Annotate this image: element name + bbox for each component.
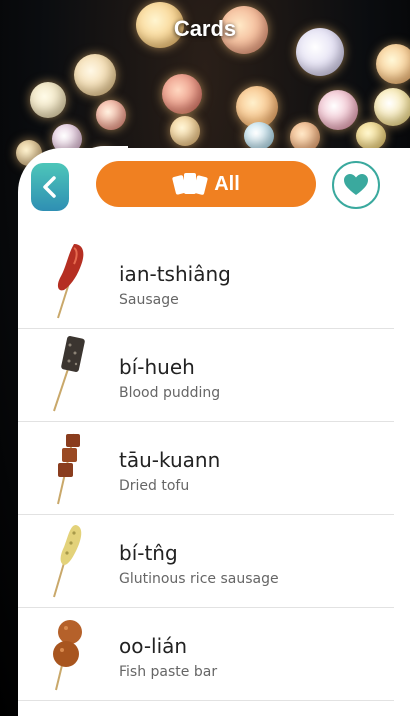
list-item[interactable]: ian-tshiâng Sausage [18,236,394,329]
filter-label: All [214,172,240,195]
fish-paste-skewer-icon [53,620,82,691]
card-term: bí-tn̂g [119,541,178,565]
back-button[interactable] [31,163,69,211]
card-gloss: Sausage [119,292,179,308]
tofu-skewer-icon [57,433,80,505]
rice-sausage-skewer-icon [53,525,82,598]
list-item[interactable]: bí-hueh Blood pudding [18,329,394,422]
chevron-left-icon [43,176,56,198]
cards-icon [172,173,208,195]
page-title: Cards [173,16,237,41]
sausage-skewer-icon [57,244,84,319]
card-gloss: Fish paste bar [119,664,218,680]
card-gloss: Blood pudding [119,385,221,401]
filter-all-button[interactable]: All [96,161,316,207]
heart-icon [344,174,368,195]
card-gloss: Dried tofu [119,478,190,494]
card-term: tāu-kuann [119,448,221,472]
card-term: ian-tshiâng [119,262,231,286]
card-term: bí-hueh [119,355,195,379]
list-item[interactable]: tāu-kuann Dried tofu [18,422,394,515]
list-item[interactable]: bí-tn̂g Glutinous rice sausage [18,515,394,608]
list-item[interactable]: oo-lián Fish paste bar [18,608,394,701]
card-list: ian-tshiâng Sausage bí-hueh Blood puddin… [18,236,394,701]
card-term: oo-lián [119,634,188,658]
blood-pudding-skewer-icon [53,336,85,412]
card-gloss: Glutinous rice sausage [119,571,279,587]
favorites-button[interactable] [332,161,380,209]
